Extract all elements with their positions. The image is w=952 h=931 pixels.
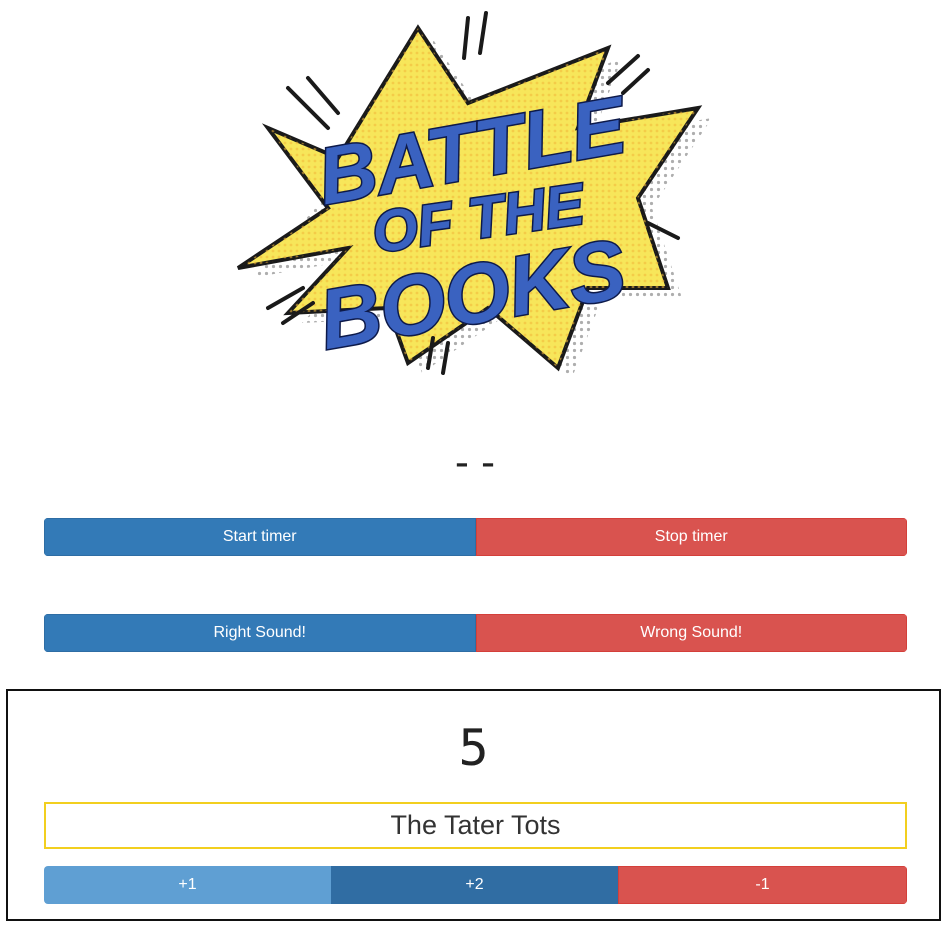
- right-sound-button[interactable]: Right Sound!: [44, 614, 476, 652]
- battle-of-the-books-logo: BATTLE OF THE BOOKS: [228, 8, 718, 380]
- score-controls: +1 +2 -1: [44, 866, 907, 904]
- timer-display: --: [449, 440, 503, 486]
- wrong-sound-button[interactable]: Wrong Sound!: [475, 614, 907, 652]
- start-timer-button[interactable]: Start timer: [44, 518, 476, 556]
- timer-controls: Start timer Stop timer: [44, 518, 907, 556]
- team-score: 5: [458, 719, 489, 777]
- plus-two-button[interactable]: +2: [331, 866, 618, 904]
- stop-timer-button[interactable]: Stop timer: [475, 518, 907, 556]
- team-panel: 5 The Tater Tots +1 +2 -1: [6, 689, 941, 921]
- minus-one-button[interactable]: -1: [618, 866, 907, 904]
- sound-controls: Right Sound! Wrong Sound!: [44, 614, 907, 652]
- plus-one-button[interactable]: +1: [44, 866, 331, 904]
- team-name-field[interactable]: The Tater Tots: [44, 802, 907, 849]
